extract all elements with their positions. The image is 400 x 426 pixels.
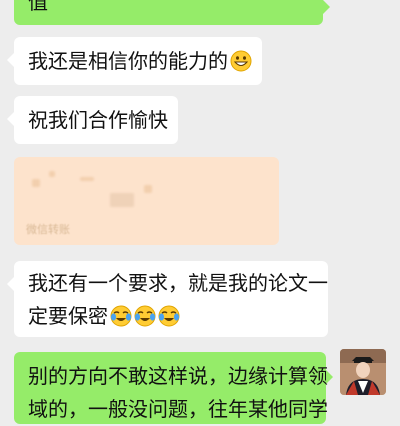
blur-mark [49,171,55,177]
message-bubble-received-3[interactable]: 我还有一个要求，就是我的论文一 定要保密 [7,261,328,337]
message-text-line-2: 定要保密 [28,300,328,333]
grin-emoji-icon [230,50,252,72]
transfer-card[interactable]: 微信转账 [14,157,279,245]
message-bubble-received-2[interactable]: 祝我们合作愉快 [7,96,178,144]
tears-of-joy-icon [158,305,180,327]
message-text: 值 [28,0,48,14]
message-text-line-2: 域的，一般没问题，往年某他同学 [28,397,328,421]
tears-of-joy-icon [110,305,132,327]
message-text: 我还是相信你的能力的 [28,49,228,73]
blur-mark [32,179,40,187]
message-text-line-1: 我还有一个要求，就是我的论文一 [28,271,328,295]
avatar-image [340,349,386,395]
message-bubble-sent-2[interactable]: 别的方向不敢这样说，边缘计算领 域的，一般没问题，往年某他同学 [14,352,333,424]
message-bubble-received-1[interactable]: 我还是相信你的能力的 [7,37,262,85]
blur-mark [144,185,152,193]
tears-of-joy-icon [134,305,156,327]
message-bubble-sent-1[interactable]: 值 [14,0,330,25]
card-caption: 微信转账 [26,223,70,236]
message-text-line-1: 别的方向不敢这样说，边缘计算领 [28,364,328,388]
blur-mark [80,177,94,181]
blur-mark [110,193,134,207]
avatar[interactable] [340,349,386,395]
message-text: 祝我们合作愉快 [28,108,168,132]
